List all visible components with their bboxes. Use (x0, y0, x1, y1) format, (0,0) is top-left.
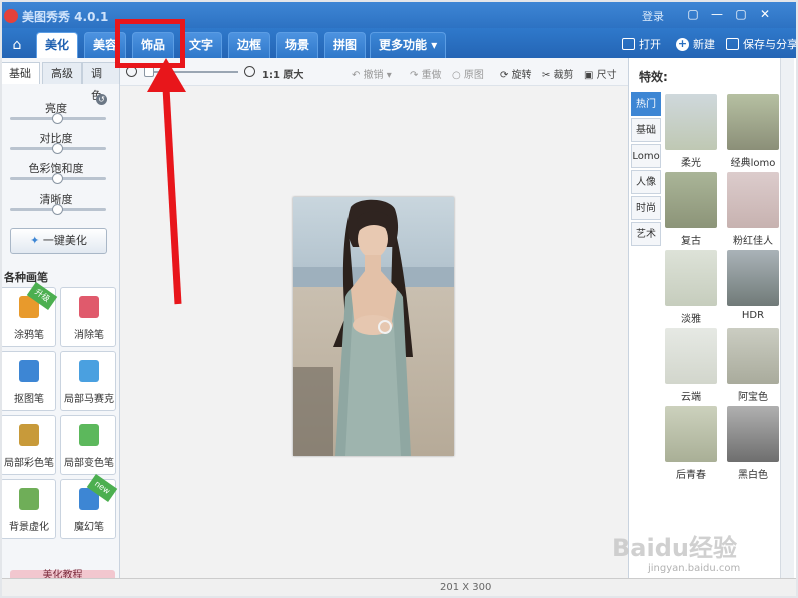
red-arrow-icon (147, 58, 186, 305)
watermark-logo: Baidu经验 (612, 534, 737, 562)
watermark-url: jingyan.baidu.com (648, 563, 741, 574)
